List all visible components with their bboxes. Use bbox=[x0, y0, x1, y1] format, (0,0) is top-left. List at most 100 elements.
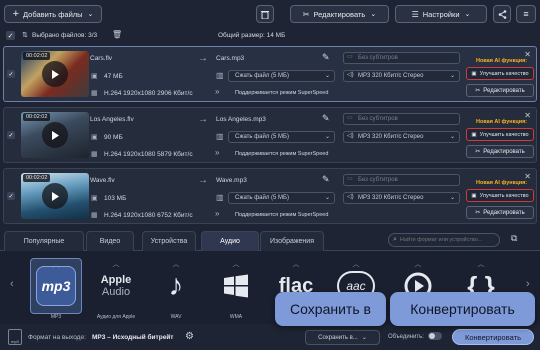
save-to-dropdown[interactable]: Сохранить в... ⌄ bbox=[305, 330, 380, 345]
file-checkbox[interactable]: ✓ bbox=[7, 70, 15, 78]
trash-icon bbox=[261, 10, 269, 19]
trash-icon[interactable]: 🗑 bbox=[112, 30, 122, 39]
share-button[interactable] bbox=[493, 5, 511, 23]
chevron-up-icon: ︿ bbox=[52, 262, 60, 269]
audio-label: MP3 320 Кбит/с Стерео bbox=[358, 134, 424, 140]
chevron-up-icon: ︿ bbox=[232, 261, 240, 268]
output-file-name[interactable]: Wave.mp3 bbox=[216, 177, 247, 184]
compress-icon: ▥ bbox=[216, 132, 224, 141]
merge-toggle[interactable] bbox=[428, 332, 442, 340]
tab-popular[interactable]: Популярные bbox=[4, 231, 84, 251]
tab-video[interactable]: Видео bbox=[86, 231, 134, 251]
subtitles-dropdown[interactable]: ▭ Без субтитров bbox=[343, 52, 460, 64]
settings-label: Настройки bbox=[422, 9, 460, 19]
compress-dropdown[interactable]: Сжать файл (5 МБ) ⌄ bbox=[228, 131, 335, 143]
source-file-size: 90 МБ bbox=[104, 134, 123, 141]
select-all-checkbox[interactable]: ✓ bbox=[6, 31, 15, 40]
improve-quality-button[interactable]: ▣ Улучшить качество bbox=[466, 128, 534, 141]
row-edit-label: Редактировать bbox=[483, 209, 525, 216]
arrow-right-icon: → bbox=[198, 175, 208, 186]
output-file-name[interactable]: Cars.mp3 bbox=[216, 55, 244, 62]
superspeed-note: Поддерживается режим SuperSpeed bbox=[235, 212, 329, 218]
chevron-up-icon: ︿ bbox=[172, 261, 180, 268]
superspeed-note: Поддерживается режим SuperSpeed bbox=[235, 151, 329, 157]
subtitles-label: Без субтитров bbox=[358, 177, 398, 183]
fast-forward-icon: » bbox=[215, 209, 220, 218]
add-files-button[interactable]: + Добавить файлы ⌄ bbox=[4, 5, 102, 23]
codec-info: H.264 1920x1080 6752 Кбит/с bbox=[104, 212, 193, 219]
ai-feature-label: Новая AI функция: bbox=[476, 58, 528, 64]
output-format-icon: mp3 bbox=[8, 329, 22, 345]
format-search-field[interactable]: ⌕ bbox=[388, 233, 500, 247]
format-option-1[interactable]: mp3 ︿ bbox=[30, 258, 82, 314]
tab-audio[interactable]: Аудио bbox=[201, 231, 259, 251]
video-thumbnail[interactable]: 00:02:02 bbox=[21, 51, 89, 97]
file-checkbox[interactable]: ✓ bbox=[7, 131, 15, 139]
chevron-down-icon: ⌄ bbox=[324, 134, 330, 140]
file-row[interactable]: ✓ 00:02:02 Cars.flv 47 МБ ▣ H.264 1920x1… bbox=[3, 46, 537, 102]
save-in-tooltip: Сохранить в bbox=[275, 292, 386, 326]
tab-images[interactable]: Изображения bbox=[260, 231, 324, 251]
file-row[interactable]: ✓ 00:02:02 Wave.flv 103 МБ ▣ H.264 1920x… bbox=[3, 168, 537, 224]
file-checkbox[interactable]: ✓ bbox=[7, 192, 15, 200]
sparkle-icon: ▣ bbox=[471, 131, 477, 138]
sort-icon[interactable]: ⇅ bbox=[22, 31, 28, 39]
row-edit-button[interactable]: ✂ Редактировать bbox=[466, 84, 534, 97]
format-option-4[interactable]: ︿ bbox=[210, 258, 262, 314]
audio-track-dropdown[interactable]: ◁) MP3 320 Кбит/с Стерео ⌄ bbox=[343, 70, 460, 82]
output-file-name[interactable]: Los Angeles.mp3 bbox=[216, 116, 266, 123]
scissors-icon: ✂ bbox=[302, 9, 310, 19]
pencil-icon[interactable]: ✎ bbox=[322, 174, 330, 185]
subtitles-dropdown[interactable]: ▭ Без субтитров bbox=[343, 113, 460, 125]
chevron-down-icon: ⌄ bbox=[324, 195, 330, 201]
film-icon: ▣ bbox=[91, 73, 98, 80]
audio-track-dropdown[interactable]: ◁) MP3 320 Кбит/с Стерео ⌄ bbox=[343, 131, 460, 143]
compress-label: Сжать файл (5 МБ) bbox=[235, 195, 289, 201]
edit-toolbar-button[interactable]: ✂ Редактировать ⌄ bbox=[290, 5, 389, 23]
output-settings-gear-icon[interactable]: ⚙ bbox=[185, 331, 194, 342]
format-option-2[interactable]: Apple Audio ︿ bbox=[90, 258, 142, 314]
play-button[interactable] bbox=[42, 61, 68, 87]
menu-button[interactable]: ≡ bbox=[516, 5, 536, 23]
chevron-up-icon: ︿ bbox=[414, 261, 422, 268]
format-search-input[interactable] bbox=[399, 237, 496, 243]
chevron-down-icon: ⌄ bbox=[449, 73, 455, 79]
row-edit-button[interactable]: ✂ Редактировать bbox=[466, 145, 534, 158]
video-thumbnail[interactable]: 00:02:02 bbox=[21, 112, 89, 158]
chevron-down-icon: ⌄ bbox=[449, 134, 455, 140]
formats-next-arrow[interactable]: › bbox=[526, 278, 530, 290]
format-option-3[interactable]: ♪ ︿ bbox=[150, 258, 202, 314]
video-thumbnail[interactable]: 00:02:02 bbox=[21, 173, 89, 219]
pencil-icon[interactable]: ✎ bbox=[322, 113, 330, 124]
apple-audio-icon: Apple Audio bbox=[100, 274, 132, 298]
improve-quality-button[interactable]: ▣ Улучшить качество bbox=[466, 189, 534, 202]
edit-toolbar-label: Редактировать bbox=[313, 9, 366, 19]
arrow-right-icon: → bbox=[198, 114, 208, 125]
settings-button[interactable]: ☰ Настройки ⌄ bbox=[395, 5, 487, 23]
filter-button[interactable]: ⧉ bbox=[511, 233, 523, 245]
sparkle-icon: ▣ bbox=[471, 192, 477, 199]
subtitles-dropdown[interactable]: ▭ Без субтитров bbox=[343, 174, 460, 186]
scissors-icon: ✂ bbox=[475, 88, 481, 94]
play-button[interactable] bbox=[42, 122, 68, 148]
pencil-icon[interactable]: ✎ bbox=[322, 52, 330, 63]
film-icon: ▣ bbox=[91, 195, 98, 202]
compress-dropdown[interactable]: Сжать файл (5 МБ) ⌄ bbox=[228, 70, 335, 82]
audio-label: MP3 320 Кбит/с Стерео bbox=[358, 73, 424, 79]
compress-dropdown[interactable]: Сжать файл (5 МБ) ⌄ bbox=[228, 192, 335, 204]
formats-prev-arrow[interactable]: ‹ bbox=[10, 278, 14, 290]
row-edit-button[interactable]: ✂ Редактировать bbox=[466, 206, 534, 219]
source-file-name: Los Angeles.flv bbox=[90, 116, 134, 123]
play-button[interactable] bbox=[42, 183, 68, 209]
tab-devices[interactable]: Устройства bbox=[142, 231, 196, 251]
convert-button[interactable]: Конвертировать bbox=[452, 329, 534, 345]
audio-label: MP3 320 Кбит/с Стерео bbox=[358, 195, 424, 201]
row-edit-label: Редактировать bbox=[483, 87, 525, 94]
delete-all-button[interactable] bbox=[256, 5, 274, 23]
speaker-icon: ◁) bbox=[347, 133, 354, 139]
chevron-up-icon: ︿ bbox=[352, 261, 360, 268]
improve-quality-button[interactable]: ▣ Улучшить качество bbox=[466, 67, 534, 80]
file-row[interactable]: ✓ 00:02:02 Los Angeles.flv 90 МБ ▣ H.264… bbox=[3, 107, 537, 163]
chevron-up-icon: ︿ bbox=[112, 261, 120, 268]
audio-track-dropdown[interactable]: ◁) MP3 320 Кбит/с Стерео ⌄ bbox=[343, 192, 460, 204]
